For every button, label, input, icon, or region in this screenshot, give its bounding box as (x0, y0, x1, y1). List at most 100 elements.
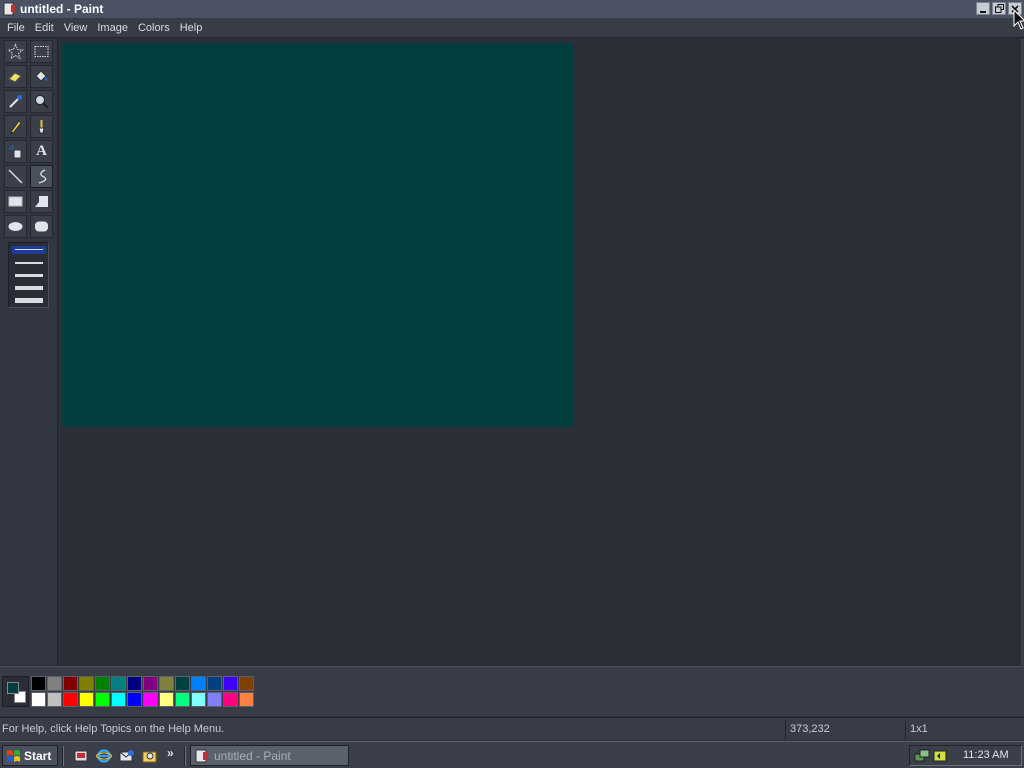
paint-app-icon[interactable] (3, 2, 17, 16)
line-width-5[interactable] (15, 298, 43, 303)
palette-swatch[interactable] (47, 676, 62, 691)
quicklaunch-internet-explorer[interactable] (95, 747, 113, 765)
palette-swatch[interactable] (143, 692, 158, 707)
palette-swatch[interactable] (175, 676, 190, 691)
palette-swatch[interactable] (223, 692, 238, 707)
palette-swatch[interactable] (191, 692, 206, 707)
tool-pick-color[interactable] (4, 90, 27, 113)
palette-swatch[interactable] (175, 692, 190, 707)
window-title: untitled - Paint (20, 2, 104, 16)
tool-rounded-rectangle[interactable] (30, 215, 53, 238)
line-width-2[interactable] (15, 262, 43, 264)
paint-bucket-icon (35, 70, 48, 82)
restore-icon (994, 4, 1004, 13)
tool-eraser[interactable] (4, 65, 27, 88)
taskbar-button-paint[interactable]: untitled - Paint (190, 745, 349, 766)
tool-curve[interactable] (30, 165, 53, 188)
volume-tray-icon[interactable] (932, 748, 948, 764)
eraser-icon (8, 72, 22, 83)
magnifier-icon (35, 95, 49, 109)
palette-swatch[interactable] (47, 692, 62, 707)
internet-explorer-icon (96, 749, 112, 763)
mouse-cursor-icon (1013, 9, 1024, 30)
palette-swatch[interactable] (239, 676, 254, 691)
palette-swatch[interactable] (159, 692, 174, 707)
outlook-icon (119, 750, 134, 762)
restore-button[interactable] (992, 2, 1006, 15)
tool-pencil[interactable] (4, 115, 27, 138)
rounded-rect-icon (35, 221, 48, 232)
palette-swatch[interactable] (63, 692, 78, 707)
menu-view[interactable]: View (59, 18, 93, 38)
palette-swatch[interactable] (79, 676, 94, 691)
ellipse-icon (8, 222, 23, 231)
tool-brush[interactable] (30, 115, 53, 138)
tool-rectangle[interactable] (4, 190, 27, 213)
quicklaunch-search[interactable] (141, 747, 159, 765)
tool-airbrush[interactable] (4, 140, 27, 163)
network-tray-icon[interactable] (914, 748, 930, 764)
palette-swatches (31, 676, 255, 708)
palette-swatch[interactable] (223, 676, 238, 691)
tool-fill[interactable] (30, 65, 53, 88)
palette-swatch[interactable] (79, 692, 94, 707)
status-selection-size: 1x1 (905, 720, 1024, 739)
palette-swatch[interactable] (191, 676, 206, 691)
rect-select-icon (34, 46, 49, 57)
tool-free-form-select[interactable] (4, 40, 27, 63)
palette-swatch[interactable] (63, 676, 78, 691)
drawing-canvas[interactable] (62, 43, 573, 427)
palette-swatch[interactable] (127, 676, 142, 691)
line-icon (8, 169, 23, 184)
quicklaunch-more-chevron-icon[interactable]: » (167, 746, 174, 760)
pencil-icon (10, 120, 22, 135)
palette-swatch[interactable] (31, 692, 46, 707)
menu-colors[interactable]: Colors (133, 18, 175, 38)
palette-swatch[interactable] (95, 676, 110, 691)
taskbar-button-label: untitled - Paint (214, 748, 291, 763)
palette-swatch[interactable] (111, 676, 126, 691)
palette-swatch[interactable] (31, 676, 46, 691)
line-width-1-selected[interactable] (12, 246, 46, 254)
tool-select[interactable] (30, 40, 53, 63)
tool-polygon[interactable] (30, 190, 53, 213)
line-width-3[interactable] (15, 274, 43, 277)
tool-magnifier[interactable] (30, 90, 53, 113)
palette-swatch[interactable] (95, 692, 110, 707)
current-colors[interactable] (2, 676, 29, 707)
airbrush-icon (9, 145, 22, 159)
start-button[interactable]: Start (2, 745, 58, 766)
palette-swatch[interactable] (207, 692, 222, 707)
system-tray: 11:23 AM (909, 745, 1022, 766)
palette-swatch[interactable] (143, 676, 158, 691)
status-bar: For Help, click Help Topics on the Help … (0, 717, 1024, 740)
line-width-1[interactable] (15, 249, 43, 250)
menu-help[interactable]: Help (175, 18, 208, 38)
text-icon: A (36, 143, 47, 159)
taskbar: Start » untitled - Paint 11:23 AM (0, 741, 1024, 768)
palette-swatch[interactable] (127, 692, 142, 707)
palette-swatch[interactable] (207, 676, 222, 691)
menu-image[interactable]: Image (92, 18, 133, 38)
color-box (0, 666, 1024, 716)
curve-icon (38, 169, 47, 184)
taskbar-separator (62, 746, 64, 766)
start-label: Start (24, 748, 52, 763)
palette-swatch[interactable] (159, 676, 174, 691)
palette-swatch[interactable] (239, 692, 254, 707)
menu-edit[interactable]: Edit (30, 18, 59, 38)
line-width-4[interactable] (15, 286, 43, 290)
tool-line[interactable] (4, 165, 27, 188)
brush-icon (38, 120, 45, 134)
menu-file[interactable]: File (2, 18, 30, 38)
quicklaunch-show-desktop[interactable] (72, 747, 90, 765)
windows-logo-icon (7, 749, 20, 762)
rectangle-icon (8, 196, 23, 207)
paint-task-icon (195, 749, 208, 762)
tool-text[interactable]: A (30, 140, 53, 163)
foreground-color-swatch[interactable] (7, 682, 19, 694)
tool-ellipse[interactable] (4, 215, 27, 238)
quicklaunch-outlook[interactable] (118, 747, 136, 765)
palette-swatch[interactable] (111, 692, 126, 707)
minimize-button[interactable] (976, 2, 990, 15)
